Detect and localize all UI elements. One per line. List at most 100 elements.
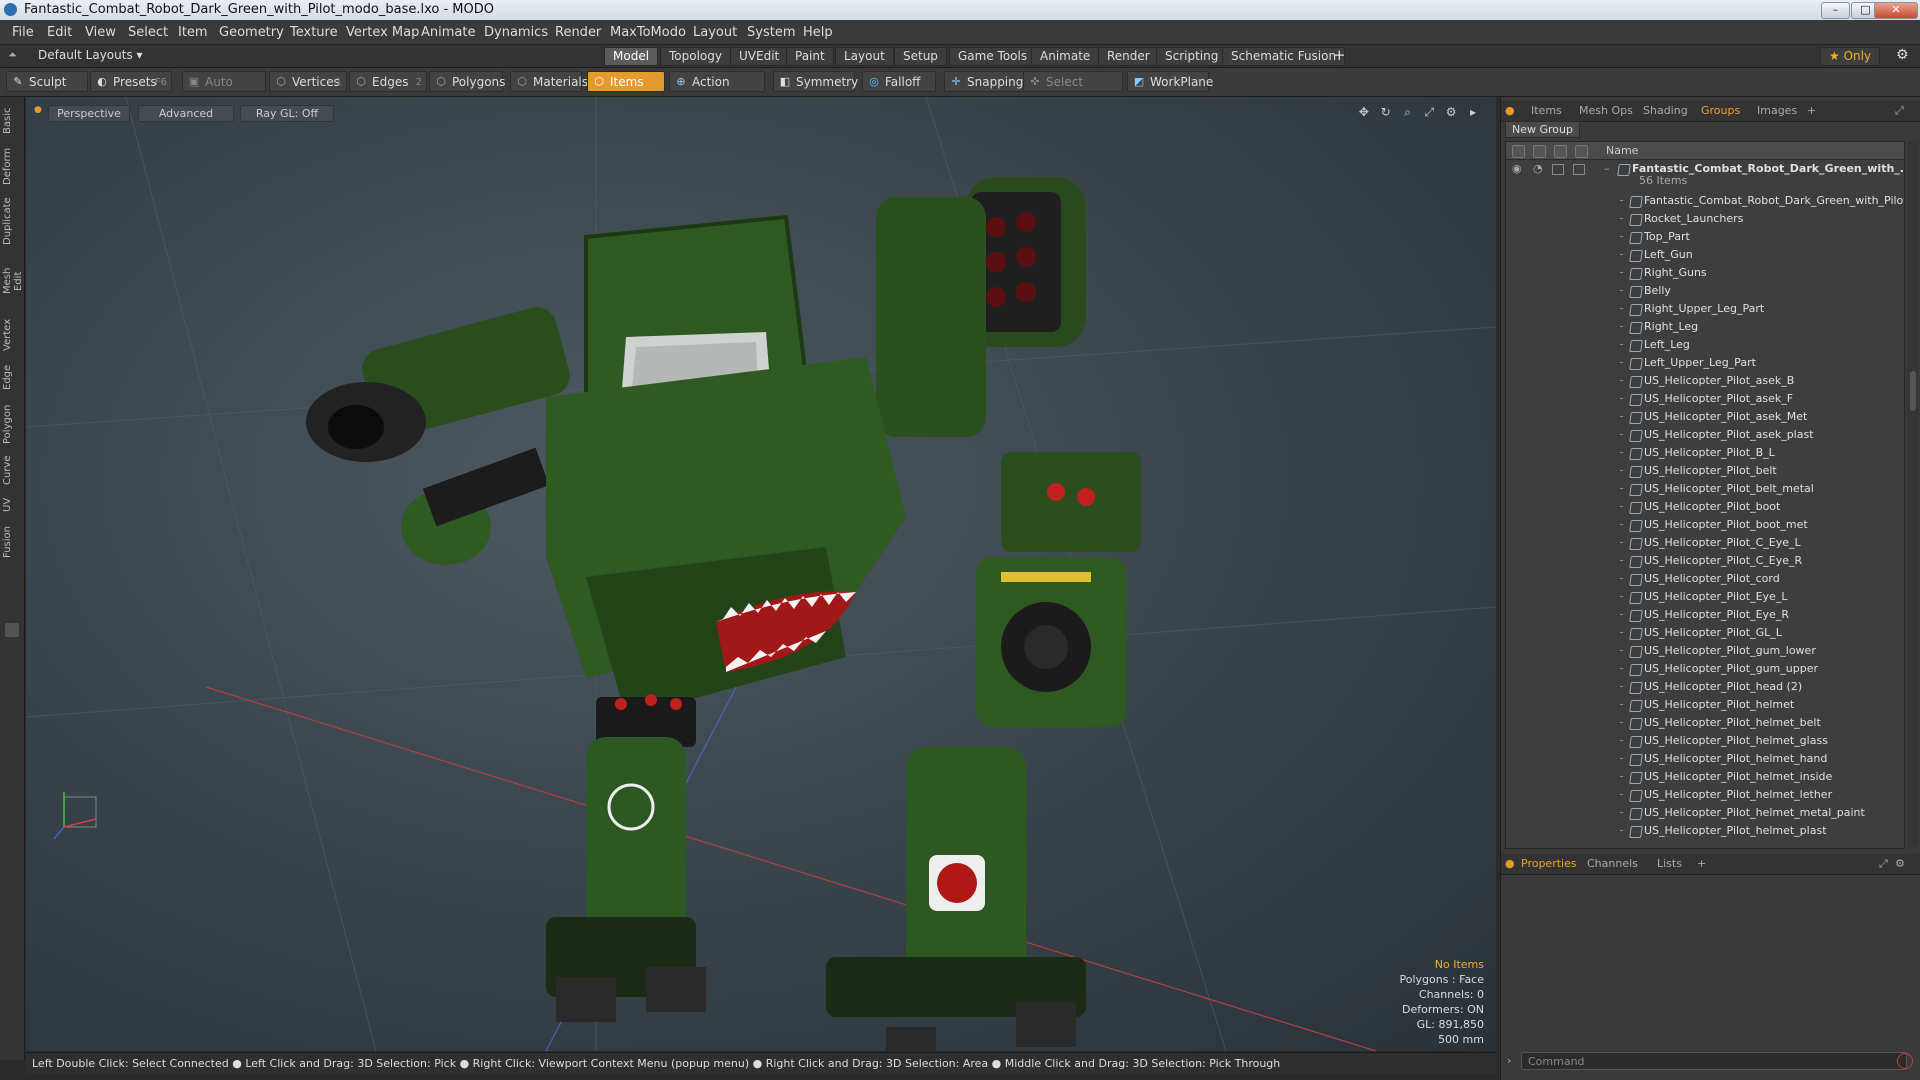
command-expand-icon[interactable]: › [1507, 1054, 1511, 1067]
menu-file[interactable]: File [12, 25, 34, 40]
move-view-icon[interactable]: ✥ [1357, 105, 1371, 119]
list-item[interactable]: US_Helicopter_Pilot_asek_plast [1506, 426, 1904, 444]
sculpt-button[interactable]: ✎ Sculpt [6, 71, 88, 92]
menu-edit[interactable]: Edit [47, 25, 72, 40]
list-item[interactable]: Top_Part [1506, 228, 1904, 246]
tab-topology[interactable]: Topology [660, 47, 731, 66]
list-item[interactable]: US_Helicopter_Pilot_gum_lower [1506, 642, 1904, 660]
menu-vertex-map[interactable]: Vertex Map [346, 25, 419, 40]
list-item[interactable]: Right_Guns [1506, 264, 1904, 282]
rotate-view-icon[interactable]: ↻ [1379, 105, 1393, 119]
tab-shading[interactable]: Shading [1643, 104, 1688, 117]
tab-uvedit[interactable]: UVEdit [730, 47, 789, 66]
groups-scrollbar-thumb[interactable] [1910, 371, 1916, 411]
menu-texture[interactable]: Texture [290, 25, 338, 40]
action-center-button[interactable]: ⊕Action Center [669, 71, 765, 110]
menu-select[interactable]: Select [128, 25, 168, 40]
vtab-vertex[interactable]: Vertex [2, 317, 22, 353]
symmetry-button[interactable]: ◧ Symmetry [773, 71, 858, 92]
panel-toggle-button[interactable] [5, 623, 19, 637]
list-item[interactable]: US_Helicopter_Pilot_helmet_metal_paint [1506, 804, 1904, 822]
add-tab-button[interactable]: + [1333, 46, 1346, 64]
materials-button[interactable]: ⬡ Materials [510, 71, 588, 92]
list-item[interactable]: US_Helicopter_Pilot_boot [1506, 498, 1904, 516]
list-item[interactable]: US_Helicopter_Pilot_helmet_plast [1506, 822, 1904, 840]
tab-model[interactable]: Model [604, 47, 659, 66]
tab-paint[interactable]: Paint [786, 47, 834, 66]
viewport-settings-icon[interactable]: ⚙ [1444, 105, 1458, 119]
list-item[interactable]: US_Helicopter_Pilot_helmet_hand [1506, 750, 1904, 768]
groups-scrollbar[interactable] [1907, 141, 1919, 847]
list-item[interactable]: US_Helicopter_Pilot_helmet_lether [1506, 786, 1904, 804]
menu-system[interactable]: System [747, 25, 795, 40]
tab-scripting[interactable]: Scripting [1156, 47, 1228, 66]
tab-layout[interactable]: Layout [835, 47, 894, 66]
tab-animate[interactable]: Animate [1031, 47, 1100, 66]
render-column-icon[interactable] [1533, 145, 1546, 158]
gear-icon[interactable]: ⚙ [1896, 47, 1909, 63]
panel-expand-icon[interactable]: ⤢ [1895, 104, 1904, 118]
tab-groups[interactable]: Groups [1701, 104, 1740, 117]
vtab-mesh-edit[interactable]: Mesh Edit [2, 257, 24, 305]
vtab-edge[interactable]: Edge [2, 363, 22, 391]
raygl-toggle[interactable]: Ray GL: Off [240, 105, 334, 122]
close-button[interactable]: ✕ [1874, 2, 1918, 19]
viewport-menu-icon[interactable]: ● [34, 105, 44, 120]
polygons-button[interactable]: ⬡ Polygons [429, 71, 505, 92]
list-item[interactable]: US_Helicopter_Pilot_GL_L [1506, 624, 1904, 642]
tab-setup[interactable]: Setup [894, 47, 947, 66]
fit-view-icon[interactable]: ⤢ [1422, 105, 1436, 120]
edges-button[interactable]: ⬡ Edges 2 [349, 71, 427, 92]
list-item[interactable]: US_Helicopter_Pilot_belt [1506, 462, 1904, 480]
list-item[interactable]: US_Helicopter_Pilot_helmet_belt [1506, 714, 1904, 732]
falloff-button[interactable]: ◎ Falloff [862, 71, 936, 92]
vtab-duplicate[interactable]: Duplicate [2, 197, 22, 245]
tab-items[interactable]: Items [1531, 104, 1562, 117]
workplane-button[interactable]: ◩ WorkPlane [1127, 71, 1213, 92]
menu-help[interactable]: Help [803, 25, 833, 40]
vtab-polygon[interactable]: Polygon [2, 403, 22, 445]
visibility-column-icon[interactable] [1512, 145, 1525, 158]
menu-item[interactable]: Item [178, 25, 208, 40]
tab-images[interactable]: Images [1757, 104, 1797, 117]
3d-viewport[interactable]: ● Perspective Advanced Ray GL: Off ✥ ↻ ⌕… [26, 97, 1496, 1051]
menu-animate[interactable]: Animate [421, 25, 475, 40]
list-item[interactable]: US_Helicopter_Pilot_helmet_inside [1506, 768, 1904, 786]
snapping-button[interactable]: ✛ Snapping [944, 71, 1026, 92]
command-input[interactable]: Command [1521, 1052, 1907, 1070]
list-item[interactable]: US_Helicopter_Pilot_asek_B [1506, 372, 1904, 390]
list-item[interactable]: Left_Gun [1506, 246, 1904, 264]
tab-render[interactable]: Render [1098, 47, 1159, 66]
command-stop-icon[interactable] [1897, 1053, 1913, 1069]
list-item[interactable]: Left_Leg [1506, 336, 1904, 354]
lock-column-icon[interactable] [1554, 145, 1567, 158]
layout-toggle-icon[interactable]: ⏶ [8, 48, 17, 62]
menu-maxtomodo[interactable]: MaxToModo [610, 25, 686, 40]
list-item[interactable]: US_Helicopter_Pilot_belt_metal [1506, 480, 1904, 498]
new-group-button[interactable]: New Group [1505, 121, 1580, 138]
list-item[interactable]: Rocket_Launchers [1506, 210, 1904, 228]
vtab-uv[interactable]: UV [2, 495, 22, 515]
list-item[interactable]: US_Helicopter_Pilot_boot_met [1506, 516, 1904, 534]
list-item[interactable]: US_Helicopter_Pilot_helmet [1506, 696, 1904, 714]
list-item[interactable]: Right_Leg [1506, 318, 1904, 336]
items-button[interactable]: ⬡ Items [587, 71, 665, 92]
list-item[interactable]: US_Helicopter_Pilot_Eye_L [1506, 588, 1904, 606]
list-item[interactable]: US_Helicopter_Pilot_cord [1506, 570, 1904, 588]
tab-schematic-fusion[interactable]: Schematic Fusion [1222, 47, 1346, 66]
vertices-button[interactable]: ⬡ Vertices 1 [269, 71, 347, 92]
presets-button[interactable]: ◐ Presets F6 [90, 71, 172, 92]
menu-geometry[interactable]: Geometry [219, 25, 284, 40]
zoom-view-icon[interactable]: ⌕ [1401, 105, 1415, 120]
tab-game-tools[interactable]: Game Tools [949, 47, 1037, 66]
vtab-curve[interactable]: Curve [2, 455, 22, 485]
list-item[interactable]: US_Helicopter_Pilot_asek_F [1506, 390, 1904, 408]
list-item[interactable]: US_Helicopter_Pilot_B_L [1506, 444, 1904, 462]
list-item[interactable]: US_Helicopter_Pilot_C_Eye_L [1506, 534, 1904, 552]
layout-preset-dropdown[interactable]: Default Layouts ▾ [38, 48, 143, 62]
auto-select-button[interactable]: ▣Auto Select [182, 71, 266, 110]
shading-advanced-button[interactable]: Advanced [138, 105, 234, 122]
menu-dynamics[interactable]: Dynamics [484, 25, 548, 40]
viewport-expand-icon[interactable]: ▸ [1466, 105, 1480, 119]
only-toggle[interactable]: ★ Only [1820, 47, 1881, 66]
